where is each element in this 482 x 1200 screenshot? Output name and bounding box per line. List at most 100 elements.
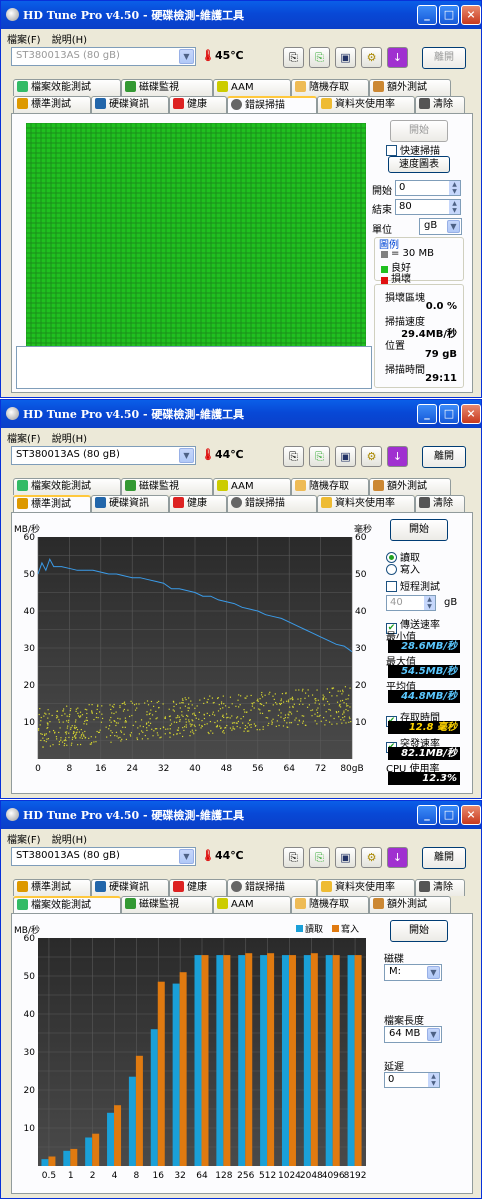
exit-button[interactable]: 離開 (422, 847, 466, 869)
scan-block (166, 148, 171, 153)
exit-button[interactable]: 離開 (422, 446, 466, 468)
access-time-point (191, 704, 193, 706)
menu-file[interactable]: 檔案(F) (7, 835, 41, 846)
save-icon[interactable]: ▣ (335, 847, 356, 868)
maximize-button[interactable]: □ (439, 404, 459, 424)
delay-input[interactable]: 0 ▲ ▼ (384, 1072, 440, 1088)
tab-disk-monitor[interactable]: 磁碟監視 (121, 478, 213, 495)
tab-error-scan[interactable]: 錯誤掃描 (227, 879, 317, 896)
tab-info[interactable]: 硬碟資訊 (91, 879, 169, 896)
tab-random-access[interactable]: 隨機存取 (291, 79, 369, 96)
end-position-input[interactable]: 80 ▲ ▼ (395, 199, 461, 215)
close-button[interactable]: × (461, 5, 481, 25)
tab-file-benchmark[interactable]: 檔案效能測試 (13, 896, 121, 913)
tab-health[interactable]: 健康 (169, 879, 227, 896)
tab-folder-usage[interactable]: 資料夾使用率 (317, 96, 415, 113)
tab-folder-usage[interactable]: 資料夾使用率 (317, 879, 415, 896)
scan-block (31, 338, 36, 343)
short-test-checkbox[interactable]: 短程測試 (386, 578, 440, 593)
menu-help[interactable]: 說明(H) (52, 835, 87, 846)
quick-scan-checkbox[interactable]: 快速掃描 (386, 142, 440, 157)
close-button[interactable]: × (461, 404, 481, 424)
speed-map-button[interactable]: 速度圖表 (388, 156, 450, 173)
minimize-button[interactable]: _ (417, 5, 437, 25)
scan-block (171, 328, 176, 333)
save-icon[interactable]: ▣ (335, 446, 356, 467)
exit-button[interactable]: 離開 (422, 47, 466, 69)
tab-erase[interactable]: 清除 (415, 879, 465, 896)
scan-block (111, 168, 116, 173)
delay-spinner[interactable]: ▲ ▼ (428, 1073, 439, 1087)
tab-benchmark[interactable]: 標準測試 (13, 879, 91, 896)
scan-block (66, 188, 71, 193)
copy-icon[interactable]: ⎘ (283, 446, 304, 467)
maximize-button[interactable]: □ (439, 805, 459, 825)
options-icon[interactable]: ⚙ (361, 47, 382, 68)
start-file-benchmark-button[interactable]: 開始 (390, 920, 448, 942)
tab-aam[interactable]: AAM (213, 478, 291, 495)
drive-select[interactable]: ST380013AS (80 gB) ▼ (11, 446, 196, 465)
drive-letter-select[interactable]: M: ▼ (384, 964, 442, 981)
tab-disk-monitor[interactable]: 磁碟監視 (121, 896, 213, 913)
tab-file-benchmark[interactable]: 檔案效能測試 (13, 79, 121, 96)
copy-text-icon[interactable]: ⎘ (309, 446, 330, 467)
unit-select[interactable]: gB ▼ (419, 218, 462, 235)
tab-folder-usage[interactable]: 資料夾使用率 (317, 495, 415, 512)
tab-erase[interactable]: 清除 (415, 495, 465, 512)
scan-block (66, 203, 71, 208)
scan-block (326, 158, 331, 163)
drive-select[interactable]: ST380013AS (80 gB) ▼ (11, 47, 196, 66)
minimize-button[interactable]: _ (417, 805, 437, 825)
menu-help[interactable]: 說明(H) (52, 35, 87, 46)
menu-file[interactable]: 檔案(F) (7, 35, 41, 46)
file-length-select[interactable]: 64 MB ▼ (384, 1026, 442, 1043)
write-radio[interactable]: 寫入 (386, 561, 420, 576)
tab-aam[interactable]: AAM (213, 896, 291, 913)
end-spinner[interactable]: ▲ ▼ (449, 200, 460, 214)
options-icon[interactable]: ⚙ (361, 847, 382, 868)
tab-erase[interactable]: 清除 (415, 96, 465, 113)
start-scan-button[interactable]: 開始 (390, 120, 448, 142)
tab-health[interactable]: 健康 (169, 96, 227, 113)
tab-file-benchmark[interactable]: 檔案效能測試 (13, 478, 121, 495)
copy-icon[interactable]: ⎘ (283, 47, 304, 68)
start-spinner[interactable]: ▲ ▼ (449, 181, 460, 195)
tab-random-access[interactable]: 隨機存取 (291, 896, 369, 913)
tab-health[interactable]: 健康 (169, 495, 227, 512)
tab-benchmark[interactable]: 標準測試 (13, 96, 91, 113)
tab-extra-tests[interactable]: 額外測試 (369, 896, 451, 913)
tab-aam[interactable]: AAM (213, 79, 291, 96)
scan-block (291, 268, 296, 273)
start-position-input[interactable]: 0 ▲ ▼ (395, 180, 461, 196)
tab-extra-tests[interactable]: 額外測試 (369, 478, 451, 495)
scan-block (211, 218, 216, 223)
short-test-spinner[interactable]: ▲ ▼ (424, 596, 435, 610)
save-icon[interactable]: ▣ (335, 47, 356, 68)
menu-help[interactable]: 說明(H) (52, 434, 87, 445)
scan-block (106, 308, 111, 313)
copy-text-icon[interactable]: ⎘ (309, 47, 330, 68)
scan-block (341, 243, 346, 248)
drive-select[interactable]: ST380013AS (80 gB) ▼ (11, 847, 196, 866)
copy-text-icon[interactable]: ⎘ (309, 847, 330, 868)
start-benchmark-button[interactable]: 開始 (390, 519, 448, 541)
tab-random-access[interactable]: 隨機存取 (291, 478, 369, 495)
tab-error-scan[interactable]: 錯誤掃描 (227, 495, 317, 512)
copy-icon[interactable]: ⎘ (283, 847, 304, 868)
tab-info[interactable]: 硬碟資訊 (91, 96, 169, 113)
close-button[interactable]: × (461, 805, 481, 825)
short-test-size-input[interactable]: 40 ▲ ▼ (386, 595, 436, 611)
maximize-button[interactable]: □ (439, 5, 459, 25)
tab-disk-monitor[interactable]: 磁碟監視 (121, 79, 213, 96)
download-icon[interactable]: ↓ (387, 847, 408, 868)
scan-block (336, 278, 341, 283)
tab-error-scan[interactable]: 錯誤掃描 (227, 96, 317, 113)
tab-extra-tests[interactable]: 額外測試 (369, 79, 451, 96)
tab-info[interactable]: 硬碟資訊 (91, 495, 169, 512)
menu-file[interactable]: 檔案(F) (7, 434, 41, 445)
download-icon[interactable]: ↓ (387, 47, 408, 68)
download-icon[interactable]: ↓ (387, 446, 408, 467)
minimize-button[interactable]: _ (417, 404, 437, 424)
options-icon[interactable]: ⚙ (361, 446, 382, 467)
tab-benchmark[interactable]: 標準測試 (13, 495, 91, 512)
